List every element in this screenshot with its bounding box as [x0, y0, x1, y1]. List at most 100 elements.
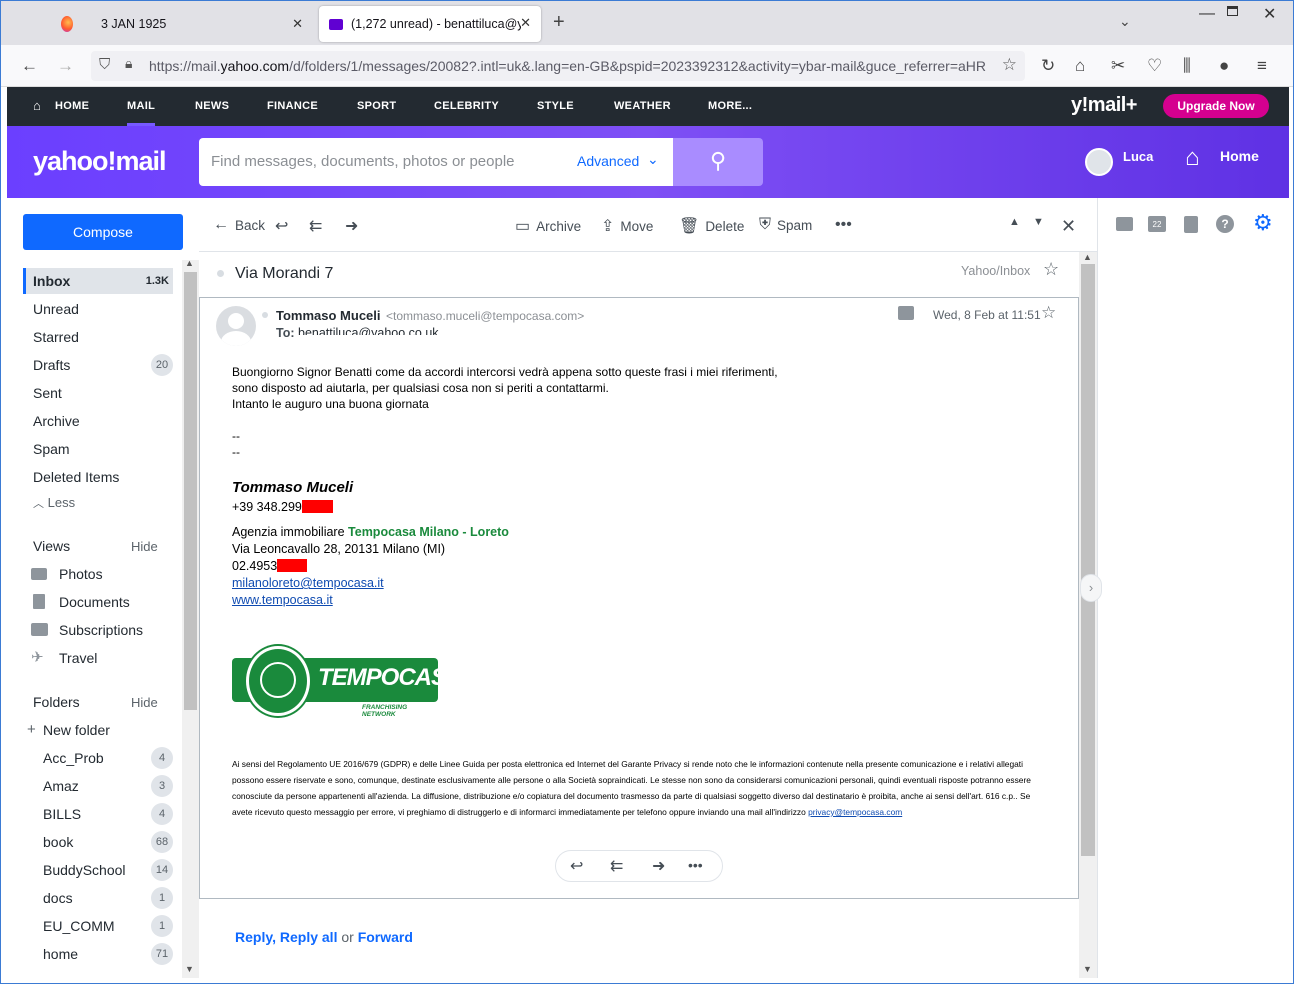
folders-hide-link[interactable]: Hide — [131, 695, 158, 710]
close-window-button[interactable]: ✕ — [1263, 4, 1276, 24]
move-button[interactable]: ⇪ Move — [601, 216, 653, 236]
ybar-celebrity[interactable]: CELEBRITY — [434, 87, 499, 126]
home-link[interactable]: Home — [1220, 148, 1259, 164]
sidebar-item-travel[interactable]: ✈ Travel — [23, 645, 173, 671]
ybar-mail[interactable]: MAIL — [127, 87, 156, 126]
star-icon[interactable]: ☆ — [1043, 259, 1059, 280]
reply-link[interactable]: Reply — [235, 929, 272, 945]
firefox-menu-tab[interactable] — [51, 6, 83, 42]
pocket-icon[interactable]: ♡ — [1147, 56, 1162, 76]
back-button[interactable]: ← Back — [213, 216, 265, 234]
yahoo-mail-logo[interactable]: yahoo!mail — [33, 146, 167, 177]
ybar-more[interactable]: MORE... — [708, 87, 752, 126]
previous-message-button[interactable]: ▲ — [1009, 216, 1020, 228]
settings-gear-icon[interactable]: ⚙ — [1253, 210, 1273, 236]
scrollbar-thumb[interactable] — [1081, 264, 1095, 856]
advanced-search-toggle[interactable]: Advanced — [577, 153, 639, 169]
ybar-style[interactable]: STYLE — [537, 87, 574, 126]
unread-dot[interactable] — [217, 270, 224, 277]
scroll-up-icon[interactable]: ▲ — [1083, 252, 1092, 262]
back-arrow-icon[interactable]: ← — [21, 56, 38, 76]
folder-item-buddyschool[interactable]: BuddySchool 14 — [23, 857, 173, 883]
to-recipient[interactable]: benattiluca@yahoo.co.uk — [298, 326, 439, 335]
archive-button[interactable]: ▭ Archive — [515, 216, 581, 236]
reload-icon[interactable]: ↻ — [1041, 56, 1055, 76]
sidebar-scrollbar[interactable]: ▲ ▼ — [182, 258, 199, 978]
ybar-news[interactable]: NEWS — [195, 87, 229, 126]
maximize-button[interactable] — [1227, 6, 1238, 16]
user-name[interactable]: Luca — [1123, 149, 1153, 164]
sidebar-item-subscriptions[interactable]: Subscriptions — [23, 617, 173, 643]
sidebar-item-archive[interactable]: Archive — [23, 408, 173, 434]
reader-scrollbar[interactable]: ▲ ▼ — [1079, 252, 1097, 978]
search-input[interactable]: Find messages, documents, photos or peop… — [199, 138, 673, 186]
spam-button[interactable]: ⛨ Spam — [759, 216, 812, 234]
agency-email-link[interactable]: milanoloreto@tempocasa.it — [232, 576, 384, 590]
forward-button[interactable]: ➜ — [345, 216, 358, 236]
folder-item-book[interactable]: book 68 — [23, 829, 173, 855]
contacts-icon[interactable] — [1116, 217, 1133, 231]
message-star-icon[interactable]: ☆ — [1041, 303, 1056, 323]
tab-3jan1925[interactable]: 3 JAN 1925 ✕ — [91, 6, 313, 42]
sidebar-item-documents[interactable]: Documents — [23, 589, 173, 615]
reply-icon[interactable]: ↩ — [570, 856, 583, 876]
sidebar-item-photos[interactable]: Photos — [23, 561, 173, 587]
help-icon[interactable]: ? — [1216, 215, 1234, 233]
forward-link[interactable]: Forward — [358, 929, 413, 945]
forward-arrow-icon[interactable]: → — [57, 56, 74, 76]
ybar-home[interactable]: HOME — [55, 87, 89, 126]
close-tab-icon[interactable]: ✕ — [292, 16, 303, 32]
avatar[interactable] — [1085, 148, 1113, 176]
expand-panel-chevron-icon[interactable]: › — [1080, 574, 1102, 602]
library-icon[interactable]: ⫼ — [1183, 56, 1191, 76]
folder-item-eu-comm[interactable]: EU_COMM 1 — [23, 913, 173, 939]
scroll-down-icon[interactable]: ▼ — [185, 964, 194, 974]
less-toggle[interactable]: ︿ Less — [23, 490, 173, 516]
ybar-finance[interactable]: FINANCE — [267, 87, 318, 126]
close-tab-icon[interactable]: ✕ — [520, 15, 531, 31]
sidebar-item-deleted[interactable]: Deleted Items — [23, 464, 173, 490]
compose-button[interactable]: Compose — [23, 214, 183, 250]
privacy-email-link[interactable]: privacy@tempocasa.com — [808, 807, 902, 817]
folder-item-home[interactable]: home 71 — [23, 941, 173, 967]
reply-all-link[interactable]: Reply all — [280, 929, 338, 945]
new-folder-button[interactable]: + New folder — [23, 717, 173, 743]
list-tabs-chevron-icon[interactable]: ⌄ — [1119, 13, 1131, 30]
views-hide-link[interactable]: Hide — [131, 539, 158, 554]
reply-all-icon[interactable]: ⇇ — [610, 856, 623, 876]
folder-item-amaz[interactable]: Amaz 3 — [23, 773, 173, 799]
scroll-up-icon[interactable]: ▲ — [185, 258, 194, 268]
sidebar-item-spam[interactable]: Spam — [23, 436, 173, 462]
folder-item-bills[interactable]: BILLS 4 — [23, 801, 173, 827]
close-message-button[interactable]: ✕ — [1061, 216, 1076, 237]
search-button[interactable]: ⚲ — [673, 138, 763, 186]
print-icon[interactable] — [898, 306, 914, 320]
minimize-button[interactable]: — — [1199, 5, 1215, 23]
more-actions-button[interactable]: ••• — [835, 216, 852, 234]
sidebar-item-drafts[interactable]: Drafts 20 — [23, 352, 173, 378]
bookmark-star-icon[interactable]: ☆ — [997, 55, 1017, 75]
next-message-button[interactable]: ▼ — [1033, 216, 1044, 228]
new-tab-button[interactable]: + — [553, 11, 565, 34]
upgrade-now-button[interactable]: Upgrade Now — [1163, 94, 1269, 118]
ybar-weather[interactable]: WEATHER — [614, 87, 671, 126]
calendar-icon[interactable]: 22 — [1148, 216, 1166, 232]
extension-icon[interactable]: ● — [1219, 56, 1229, 76]
more-dots-icon[interactable]: ••• — [688, 857, 703, 873]
sender-email[interactable]: <tommaso.muceli@tempocasa.com> — [386, 309, 584, 323]
scroll-down-icon[interactable]: ▼ — [1083, 964, 1092, 974]
menu-icon[interactable]: ≡ — [1257, 56, 1267, 76]
url-bar[interactable]: ⛉ 🔒︎ https://mail. yahoo.com/d/folders/1/… — [91, 51, 1025, 81]
scrollbar-thumb[interactable] — [184, 272, 197, 710]
screenshot-icon[interactable]: ✂ — [1111, 56, 1125, 76]
agency-website-link[interactable]: www.tempocasa.it — [232, 593, 333, 607]
notepad-icon[interactable] — [1184, 216, 1198, 233]
reply-all-button[interactable]: ⇇ — [309, 216, 322, 236]
sidebar-item-unread[interactable]: Unread — [23, 296, 173, 322]
home-icon[interactable]: ⌂ — [1185, 144, 1200, 172]
sidebar-item-inbox[interactable]: Inbox 1.3K — [23, 268, 173, 294]
sidebar-item-sent[interactable]: Sent — [23, 380, 173, 406]
delete-button[interactable]: 🗑︎ Delete — [679, 216, 744, 236]
chevron-down-icon[interactable]: ⌄ — [647, 151, 659, 168]
home-icon[interactable]: ⌂ — [1075, 56, 1085, 76]
